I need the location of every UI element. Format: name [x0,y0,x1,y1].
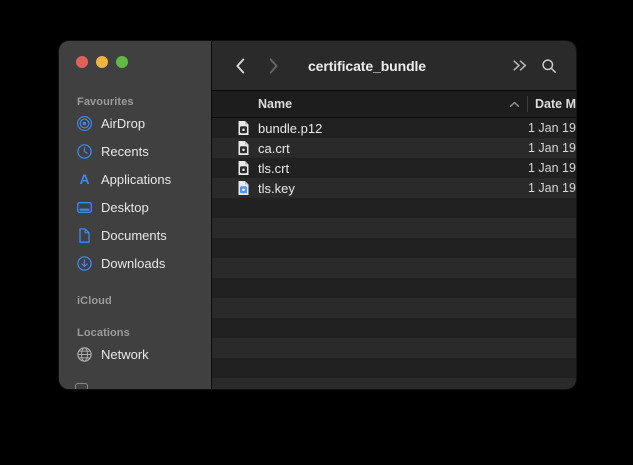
main-pane: certificate_bundle Name Date M [211,41,576,389]
empty-row [212,358,576,378]
traffic-lights [76,56,128,68]
sidebar-item-label: Network [101,347,149,362]
sidebar-item-label: Applications [101,172,171,187]
toolbar: certificate_bundle [212,41,576,91]
svg-text:A: A [79,171,89,187]
file-date: 1 Jan 19 [528,121,576,135]
empty-row [212,258,576,278]
file-name: tls.key [258,181,295,196]
sort-ascending-icon [509,101,520,108]
binary-file-icon [237,140,250,156]
back-button[interactable] [230,41,250,90]
partial-sidebar-icon [75,383,88,389]
empty-row [212,278,576,298]
desktop-icon [76,199,93,216]
sidebar-item-label: AirDrop [101,116,145,131]
sidebar-item-applications[interactable]: A Applications [59,165,211,193]
sidebar-section-favourites: Favourites [59,95,211,109]
double-chevron-right-icon [510,58,529,73]
chevron-right-icon [268,57,280,75]
file-row-ca-crt[interactable]: ca.crt 1 Jan 19 [212,138,576,158]
toolbar-overflow-button[interactable] [508,41,530,90]
search-icon [541,58,557,74]
document-icon [76,227,93,244]
empty-row [212,318,576,338]
sidebar-item-downloads[interactable]: Downloads [59,249,211,277]
finder-window: Favourites AirDrop [59,41,576,389]
sidebar-item-label: Downloads [101,256,165,271]
file-row-tls-key[interactable]: tls.key 1 Jan 19 [212,178,576,198]
search-button[interactable] [538,41,560,90]
sidebar-item-label: Recents [101,144,149,159]
file-name: ca.crt [258,141,290,156]
zoom-button[interactable] [116,56,128,68]
globe-icon [76,346,93,363]
key-file-icon [237,180,250,196]
file-row-bundle-p12[interactable]: bundle.p12 1 Jan 19 [212,118,576,138]
close-button[interactable] [76,56,88,68]
sidebar-section-locations: Locations [59,326,211,340]
empty-row [212,238,576,258]
sidebar-section-icloud: iCloud [59,294,211,308]
file-row-tls-crt[interactable]: tls.crt 1 Jan 19 [212,158,576,178]
window-title: certificate_bundle [282,41,452,90]
sidebar-item-label: Documents [101,228,167,243]
empty-row [212,378,576,389]
binary-file-icon [237,160,250,176]
sidebar-item-documents[interactable]: Documents [59,221,211,249]
empty-row [212,298,576,318]
empty-row [212,218,576,238]
file-name: bundle.p12 [258,121,322,136]
download-circle-icon [76,255,93,272]
file-date: 1 Jan 19 [528,141,576,155]
empty-row [212,338,576,358]
column-header-date-modified[interactable]: Date Modified [535,91,576,117]
file-name: tls.crt [258,161,289,176]
list-header: Name Date Modified [212,91,576,118]
chevron-left-icon [234,57,246,75]
letter-a-icon: A [76,171,93,188]
sidebar: Favourites AirDrop [59,41,211,389]
column-divider[interactable] [527,96,528,112]
clock-icon [76,143,93,160]
binary-file-icon [237,120,250,136]
airdrop-icon [76,115,93,132]
file-list: bundle.p12 1 Jan 19 ca.crt 1 Jan 19 [212,118,576,389]
file-date: 1 Jan 19 [528,181,576,195]
sidebar-item-network[interactable]: Network [59,340,211,368]
sidebar-item-label: Desktop [101,200,149,215]
minimize-button[interactable] [96,56,108,68]
forward-button[interactable] [264,41,284,90]
empty-row [212,198,576,218]
file-date: 1 Jan 19 [528,161,576,175]
sidebar-item-desktop[interactable]: Desktop [59,193,211,221]
column-header-name[interactable]: Name [258,91,292,117]
sidebar-nav: Favourites AirDrop [59,95,211,368]
sidebar-item-recents[interactable]: Recents [59,137,211,165]
sidebar-item-airdrop[interactable]: AirDrop [59,109,211,137]
